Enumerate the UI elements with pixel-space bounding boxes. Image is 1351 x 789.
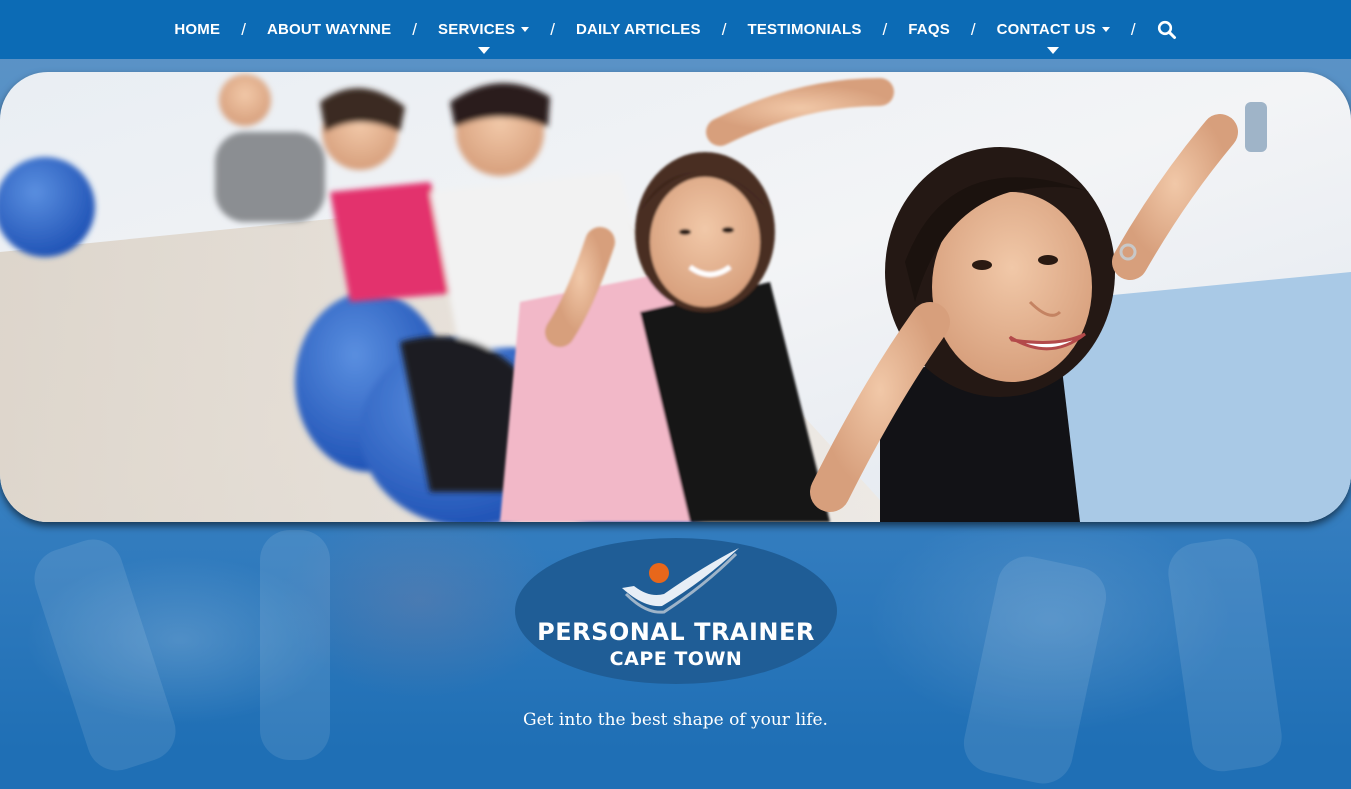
nav-home[interactable]: HOME xyxy=(174,0,220,59)
nav-separator: / xyxy=(1130,19,1136,39)
nav-home-label: HOME xyxy=(174,21,221,38)
nav-faqs[interactable]: FAQS xyxy=(908,0,950,59)
nav-contact-us[interactable]: CONTACT US xyxy=(997,0,1110,59)
nav-about-label: ABOUT WAYNNE xyxy=(266,21,392,38)
nav-about-waynne[interactable]: ABOUT WAYNNE xyxy=(267,0,391,59)
bg-decor xyxy=(1164,534,1286,776)
nav-separator: / xyxy=(721,19,727,39)
chevron-down-icon xyxy=(521,27,530,32)
nav-testimonials[interactable]: TESTIMONIALS xyxy=(747,0,861,59)
nav-services[interactable]: SERVICES xyxy=(438,0,530,59)
nav-contact-label: CONTACT US xyxy=(996,21,1096,38)
logo-title: PERSONAL TRAINER xyxy=(537,618,815,646)
chevron-down-icon xyxy=(1101,27,1110,32)
fitness-class-photo xyxy=(0,72,1351,522)
nav-separator: / xyxy=(241,19,246,39)
nav-daily-articles-label: DAILY ARTICLES xyxy=(575,21,701,38)
nav-testimonials-label: TESTIMONIALS xyxy=(747,21,862,38)
bg-decor xyxy=(26,531,184,779)
nav-separator: / xyxy=(882,19,888,39)
nav-separator: / xyxy=(550,19,555,39)
nav-separator: / xyxy=(970,19,976,39)
nav-services-label: SERVICES xyxy=(438,21,516,38)
bg-decor xyxy=(958,550,1112,789)
site-logo[interactable]: PERSONAL TRAINER CAPE TOWN xyxy=(514,536,838,686)
dropdown-indicator-icon xyxy=(477,47,490,54)
main-nav: HOME / ABOUT WAYNNE / SERVICES / DAILY A… xyxy=(0,0,1351,59)
nav-list: HOME / ABOUT WAYNNE / SERVICES / DAILY A… xyxy=(174,0,1176,59)
dropdown-indicator-icon xyxy=(1047,47,1060,54)
hero-image xyxy=(0,72,1351,522)
logo-subtitle: CAPE TOWN xyxy=(609,648,743,670)
nav-separator: / xyxy=(412,19,418,39)
search-button[interactable] xyxy=(1157,20,1177,40)
nav-daily-articles[interactable]: DAILY ARTICLES xyxy=(576,0,701,59)
nav-faqs-label: FAQS xyxy=(908,21,950,38)
tagline: Get into the best shape of your life. xyxy=(523,710,828,730)
search-icon xyxy=(1157,20,1176,39)
